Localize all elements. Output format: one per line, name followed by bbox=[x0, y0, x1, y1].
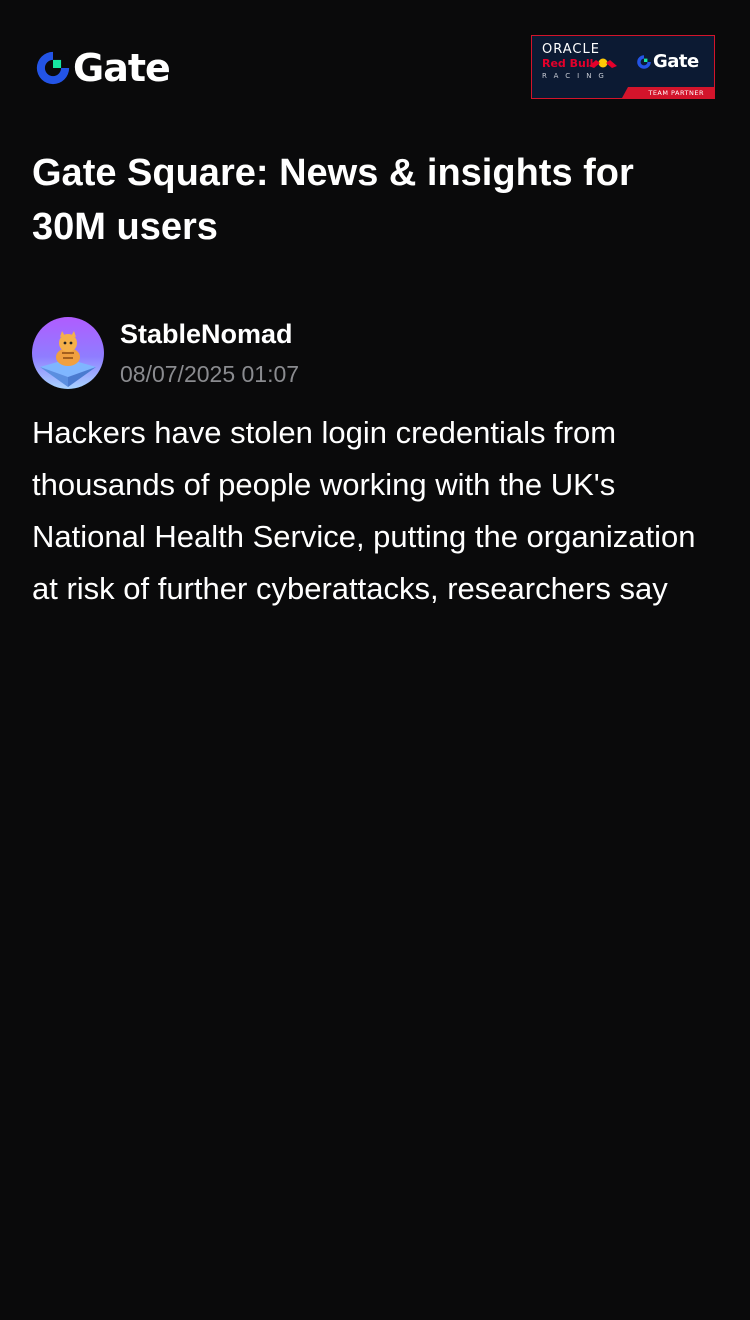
logo-text: Gate bbox=[73, 46, 171, 90]
red-bull-icon bbox=[589, 58, 617, 68]
author-name[interactable]: StableNomad bbox=[120, 317, 293, 351]
team-partner-badge: ORACLE Red Bull RACING Gate TEAM PARTNER bbox=[531, 35, 715, 99]
badge-racing-text: RACING bbox=[542, 72, 611, 80]
badge-gate-text: Gate bbox=[653, 51, 699, 72]
gate-logo-icon bbox=[36, 51, 70, 85]
badge-redbull-text: Red Bull bbox=[542, 57, 594, 70]
badge-oracle-text: ORACLE bbox=[542, 42, 600, 57]
post-body: Hackers have stolen login credentials fr… bbox=[32, 415, 696, 606]
post-timestamp: 08/07/2025 01:07 bbox=[120, 361, 300, 387]
top-bar: Gate ORACLE Red Bull RACING Gate TEAM PA… bbox=[32, 35, 715, 101]
badge-team-partner-text: TEAM PARTNER bbox=[648, 89, 704, 97]
gate-logo[interactable]: Gate bbox=[34, 46, 171, 90]
gate-logo-small-icon bbox=[637, 54, 651, 69]
page-title: Gate Square: News & insights for 30M use… bbox=[32, 152, 634, 248]
user-avatar[interactable] bbox=[32, 317, 104, 389]
post-author: StableNomad 08/07/2025 01:07 bbox=[32, 317, 712, 389]
avatar-illustration bbox=[32, 317, 104, 389]
badge-gate-logo: Gate bbox=[636, 51, 699, 72]
